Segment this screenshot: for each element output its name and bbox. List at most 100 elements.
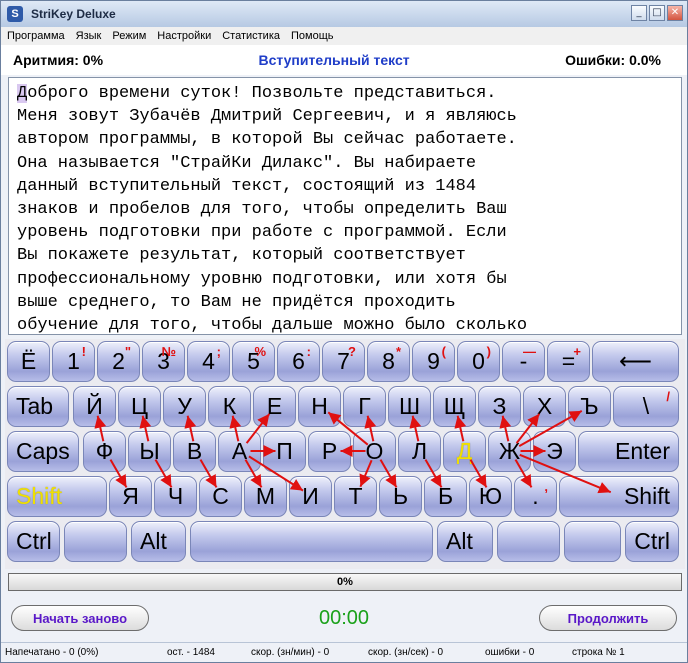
key-char-1057[interactable]: С	[199, 476, 242, 517]
maximize-button[interactable]: □	[649, 5, 665, 21]
key-char-1050[interactable]: К	[208, 386, 251, 427]
key-ctrl[interactable]: Ctrl	[625, 521, 679, 562]
key-char-1047[interactable]: З	[478, 386, 521, 427]
text-line: обучение для того, чтобы дальше можно бы…	[17, 316, 528, 335]
menu-program[interactable]: Программа	[7, 30, 65, 42]
key-char-56[interactable]: 8 *	[367, 341, 410, 382]
key-label: Ф	[95, 438, 114, 464]
key-char-1044[interactable]: Д	[443, 431, 486, 472]
key-char-1040[interactable]: А	[218, 431, 261, 472]
key-label: Т	[348, 483, 363, 509]
key-char-1063[interactable]: Ч	[154, 476, 197, 517]
key-shift-label: №	[161, 344, 177, 359]
key-blank[interactable]	[190, 521, 433, 562]
key-char-1025[interactable]: Ё	[7, 341, 50, 382]
menu-settings[interactable]: Настройки	[157, 30, 211, 42]
key-label: Ъ	[580, 393, 599, 419]
key-char-1046[interactable]: Ж	[488, 431, 531, 472]
key-char-1064[interactable]: Ш	[388, 386, 431, 427]
key-alt[interactable]: Alt	[131, 521, 186, 562]
key-label: Л	[411, 438, 428, 464]
key-label: Г	[358, 393, 371, 419]
key-char-1070[interactable]: Ю	[469, 476, 512, 517]
key-char-1049[interactable]: Й	[73, 386, 116, 427]
key-ctrl[interactable]: Ctrl	[7, 521, 60, 562]
close-button[interactable]: ✕	[667, 5, 683, 21]
key-label: З	[492, 393, 507, 419]
key-char-57[interactable]: 9(	[412, 341, 455, 382]
key-char-1069[interactable]: Э	[533, 431, 576, 472]
key-blank[interactable]	[497, 521, 560, 562]
key-char-10229[interactable]: ⟵	[592, 341, 679, 382]
key-char-1045[interactable]: Е	[253, 386, 296, 427]
key-label: Э	[546, 438, 563, 464]
key-char-1065[interactable]: Щ	[433, 386, 476, 427]
key-char-1051[interactable]: Л	[398, 431, 441, 472]
key-label: Alt	[446, 528, 473, 554]
key-caps[interactable]: Caps	[7, 431, 79, 472]
key-label: Е	[266, 393, 283, 419]
text-line: автором программы, в которой Вы сейчас р…	[17, 130, 517, 150]
minimize-button[interactable]: _	[631, 5, 647, 21]
menu-mode[interactable]: Режим	[112, 30, 146, 42]
key-char-52[interactable]: 4;	[187, 341, 230, 382]
key-enter[interactable]: Enter	[578, 431, 679, 472]
key-label: Я	[122, 483, 139, 509]
key-char-55[interactable]: 7?	[322, 341, 365, 382]
key-tab[interactable]: Tab	[7, 386, 69, 427]
menu-help[interactable]: Помощь	[291, 30, 334, 42]
key-char-1043[interactable]: Г	[343, 386, 386, 427]
key-alt[interactable]: Alt	[437, 521, 493, 562]
key-char-1042[interactable]: В	[173, 431, 216, 472]
key-char-45[interactable]: - —	[502, 341, 545, 382]
menu-statistics[interactable]: Статистика	[222, 30, 280, 42]
key-char-1068[interactable]: Ь	[379, 476, 422, 517]
key-char-53[interactable]: 5%	[232, 341, 275, 382]
key-char-1048[interactable]: И	[289, 476, 332, 517]
key-shift-label: %	[254, 344, 266, 359]
text-line: Она называется "СтрайКи Дилакс". Вы наби…	[17, 153, 477, 173]
key-char-1071[interactable]: Я	[109, 476, 152, 517]
key-char-1060[interactable]: Ф	[83, 431, 126, 472]
key-char-51[interactable]: 3 №	[142, 341, 185, 382]
key-char-50[interactable]: 2 "	[97, 341, 140, 382]
key-char-1067[interactable]: Ы	[128, 431, 171, 472]
continue-button[interactable]: Продолжить	[539, 605, 677, 631]
key-char-1055[interactable]: П	[263, 431, 306, 472]
key-shift-label: ;	[216, 344, 221, 359]
key-char-1054[interactable]: О	[353, 431, 396, 472]
key-char-1052[interactable]: М	[244, 476, 287, 517]
title-bar: S StriKey Deluxe _ □ ✕	[1, 1, 687, 27]
key-char-1061[interactable]: Х	[523, 386, 566, 427]
key-label: 6	[292, 348, 305, 374]
key-char-92[interactable]: \ /	[613, 386, 679, 427]
key-shift[interactable]: Shift	[559, 476, 679, 517]
typing-text-area[interactable]: Доброго времени суток! Позвольте предста…	[8, 77, 682, 335]
key-label: Ctrl	[634, 528, 670, 554]
key-char-1059[interactable]: У	[163, 386, 206, 427]
key-char-61[interactable]: = +	[547, 341, 590, 382]
key-label: Tab	[16, 393, 54, 419]
progress-label: 0%	[337, 576, 353, 588]
key-char-1062[interactable]: Ц	[118, 386, 161, 427]
key-char-49[interactable]: 1!	[52, 341, 95, 382]
key-char-1056[interactable]: Р	[308, 431, 351, 472]
errors-label: Ошибки: 0.0%	[565, 52, 661, 68]
key-shift[interactable]: Shift	[7, 476, 107, 517]
key-label: С	[212, 483, 229, 509]
key-char-1041[interactable]: Б	[424, 476, 467, 517]
key-blank[interactable]	[64, 521, 127, 562]
key-char-1066[interactable]: Ъ	[568, 386, 611, 427]
key-label: Alt	[140, 528, 167, 554]
key-char-1058[interactable]: Т	[334, 476, 377, 517]
key-label: Й	[86, 393, 103, 419]
menu-language[interactable]: Язык	[76, 30, 102, 42]
key-blank[interactable]	[564, 521, 621, 562]
timer: 00:00	[318, 606, 370, 629]
key-char-46[interactable]: .,	[514, 476, 557, 517]
restart-button[interactable]: Начать заново	[11, 605, 149, 631]
key-char-48[interactable]: 0)	[457, 341, 500, 382]
key-char-54[interactable]: 6:	[277, 341, 320, 382]
key-char-1053[interactable]: Н	[298, 386, 341, 427]
key-label: Д	[456, 438, 473, 464]
